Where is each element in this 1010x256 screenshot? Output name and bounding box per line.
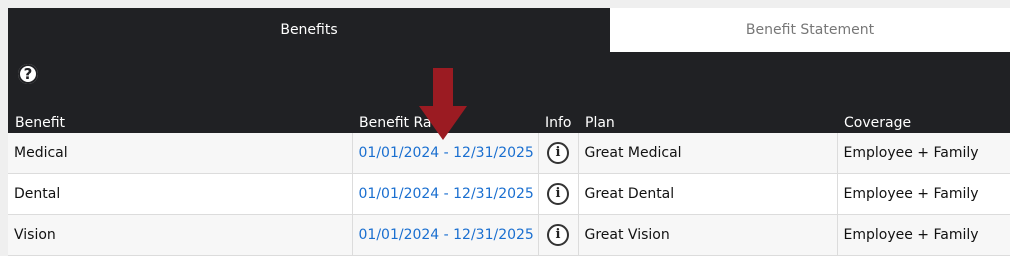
plan-cell: Great Dental bbox=[578, 173, 838, 215]
annotation-arrow-down-icon bbox=[419, 68, 467, 140]
info-cell: i bbox=[538, 214, 579, 256]
coverage-cell: Employee + Family bbox=[837, 133, 1010, 174]
benefit-cell: Dental bbox=[8, 173, 353, 215]
coverage-cell: Employee + Family bbox=[837, 214, 1010, 256]
info-cell: i bbox=[538, 173, 579, 215]
column-header-info: Info bbox=[545, 115, 572, 131]
range-cell: 01/01/2024 - 12/31/2025 bbox=[352, 214, 539, 256]
coverage-cell: Employee + Family bbox=[837, 173, 1010, 215]
info-icon[interactable]: i bbox=[547, 224, 569, 246]
table-row: Medical 01/01/2024 - 12/31/2025 i Great … bbox=[8, 133, 1010, 174]
tab-bar: Benefits Benefit Statement bbox=[8, 8, 1010, 52]
tab-benefit-statement[interactable]: Benefit Statement bbox=[610, 8, 1010, 52]
benefit-cell: Medical bbox=[8, 133, 353, 174]
benefits-panel: Benefits Benefit Statement ? Benefit Ben… bbox=[8, 8, 1010, 256]
info-cell: i bbox=[538, 133, 579, 174]
plan-cell: Great Vision bbox=[578, 214, 838, 256]
column-header-plan: Plan bbox=[585, 115, 615, 131]
column-header-benefit: Benefit bbox=[15, 115, 66, 131]
benefit-cell: Vision bbox=[8, 214, 353, 256]
column-header-coverage: Coverage bbox=[844, 115, 912, 131]
benefits-table: Medical 01/01/2024 - 12/31/2025 i Great … bbox=[8, 133, 1010, 256]
tab-benefits[interactable]: Benefits bbox=[8, 8, 610, 52]
table-header-band: ? Benefit Benefit Ra Info Plan Coverage bbox=[8, 52, 1010, 133]
benefit-range-link[interactable]: 01/01/2024 - 12/31/2025 bbox=[359, 227, 534, 243]
plan-cell: Great Medical bbox=[578, 133, 838, 174]
benefit-range-link[interactable]: 01/01/2024 - 12/31/2025 bbox=[359, 186, 534, 202]
table-row: Vision 01/01/2024 - 12/31/2025 i Great V… bbox=[8, 214, 1010, 256]
info-icon[interactable]: i bbox=[547, 183, 569, 205]
range-cell: 01/01/2024 - 12/31/2025 bbox=[352, 173, 539, 215]
info-icon[interactable]: i bbox=[547, 142, 569, 164]
table-row: Dental 01/01/2024 - 12/31/2025 i Great D… bbox=[8, 173, 1010, 215]
question-circle-icon[interactable]: ? bbox=[18, 64, 38, 84]
